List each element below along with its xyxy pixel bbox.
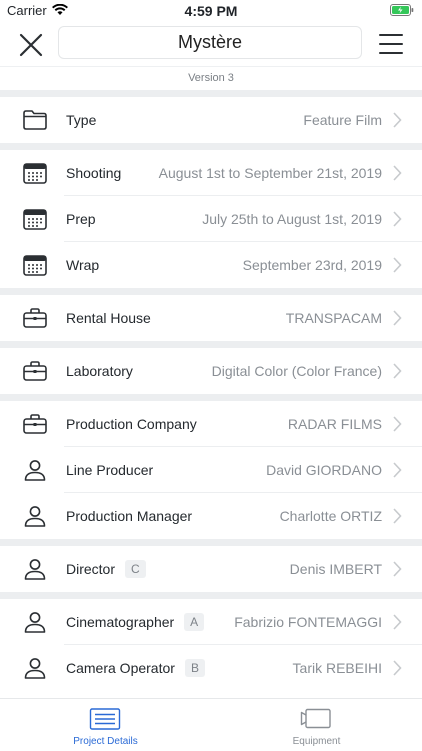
- section-separator: [0, 143, 422, 150]
- row-value: September 23rd, 2019: [242, 257, 382, 273]
- status-bar: Carrier 4:59 PM: [0, 0, 422, 22]
- folder-icon: [23, 110, 47, 130]
- project-title[interactable]: Mystère: [58, 26, 362, 59]
- row-label-group: Director C: [66, 560, 146, 578]
- row-label: Director: [66, 561, 116, 577]
- row-value: Tarik REBEIHI: [292, 660, 382, 676]
- row-label: Cinematographer: [66, 614, 175, 630]
- chevron-right-icon: [393, 112, 402, 128]
- row-label: Rental House: [66, 310, 151, 326]
- row-laboratory[interactable]: Laboratory Digital Color (Color France): [0, 348, 422, 394]
- briefcase-icon: [23, 308, 47, 328]
- tab-label: Equipment: [292, 736, 341, 747]
- row-line-producer[interactable]: Line Producer David GIORDANO: [0, 447, 422, 493]
- row-production-manager[interactable]: Production Manager Charlotte ORTIZ: [0, 493, 422, 539]
- chevron-right-icon: [393, 660, 402, 676]
- chevron-right-icon: [393, 416, 402, 432]
- row-label: Laboratory: [66, 363, 133, 379]
- briefcase-icon: [23, 361, 47, 381]
- tab-label: Project Details: [73, 736, 138, 747]
- row-label: Production Manager: [66, 508, 193, 524]
- version-label: Version 3: [0, 66, 422, 88]
- tab-project-details[interactable]: Project Details: [0, 699, 211, 751]
- calendar-icon: [23, 255, 47, 276]
- chevron-right-icon: [393, 561, 402, 577]
- row-label: Line Producer: [66, 462, 154, 478]
- row-label: Shooting: [66, 165, 122, 181]
- person-icon: [24, 460, 46, 481]
- row-rental-house[interactable]: Rental House TRANSPACAM: [0, 295, 422, 341]
- row-value: August 1st to September 21st, 2019: [158, 165, 382, 181]
- row-type[interactable]: Type Feature Film: [0, 97, 422, 143]
- chevron-right-icon: [393, 462, 402, 478]
- row-camera-operator[interactable]: Camera Operator B Tarik REBEIHI: [0, 645, 422, 691]
- section-separator: [0, 394, 422, 401]
- chevron-right-icon: [393, 363, 402, 379]
- equipment-icon: [300, 708, 331, 729]
- row-value: Feature Film: [303, 112, 382, 128]
- row-value: Charlotte ORTIZ: [279, 508, 382, 524]
- unit-badge: C: [125, 560, 146, 578]
- tab-equipment[interactable]: Equipment: [211, 699, 422, 751]
- section-separator: [0, 288, 422, 295]
- row-value: Denis IMBERT: [289, 561, 382, 577]
- row-wrap[interactable]: Wrap September 23rd, 2019: [0, 242, 422, 288]
- calendar-icon: [23, 163, 47, 184]
- chevron-right-icon: [393, 211, 402, 227]
- section-separator: [0, 592, 422, 599]
- row-value: Fabrizio FONTEMAGGI: [234, 614, 382, 630]
- row-director[interactable]: Director C Denis IMBERT: [0, 546, 422, 592]
- row-label: Wrap: [66, 257, 100, 273]
- person-icon: [24, 612, 46, 633]
- row-value: July 25th to August 1st, 2019: [202, 211, 382, 227]
- chevron-right-icon: [393, 165, 402, 181]
- row-production-company[interactable]: Production Company RADAR FILMS: [0, 401, 422, 447]
- row-label: Type: [66, 112, 97, 128]
- row-label: Camera Operator: [66, 660, 175, 676]
- unit-badge: B: [184, 659, 205, 677]
- row-label: Production Company: [66, 416, 197, 432]
- row-label-group: Cinematographer A: [66, 613, 205, 631]
- section-separator: [0, 90, 422, 97]
- section-separator: [0, 341, 422, 348]
- hamburger-menu-icon[interactable]: [378, 31, 404, 57]
- row-value: RADAR FILMS: [287, 416, 382, 432]
- row-prep[interactable]: Prep July 25th to August 1st, 2019: [0, 196, 422, 242]
- chevron-right-icon: [393, 614, 402, 630]
- tab-bar: Project Details Equipment: [0, 698, 422, 751]
- nav-bar: Mystère: [0, 22, 422, 66]
- chevron-right-icon: [393, 257, 402, 273]
- row-label-group: Camera Operator B: [66, 659, 205, 677]
- unit-badge: A: [184, 613, 205, 631]
- section-separator: [0, 539, 422, 546]
- close-icon[interactable]: [18, 32, 44, 58]
- row-cinematographer[interactable]: Cinematographer A Fabrizio FONTEMAGGI: [0, 599, 422, 645]
- person-icon: [24, 559, 46, 580]
- row-shooting[interactable]: Shooting August 1st to September 21st, 2…: [0, 150, 422, 196]
- row-value: David GIORDANO: [266, 462, 382, 478]
- chevron-right-icon: [393, 310, 402, 326]
- person-icon: [24, 658, 46, 679]
- project-details-list: Type Feature Film Shooting August 1st to…: [0, 90, 422, 691]
- briefcase-icon: [23, 414, 47, 434]
- chevron-right-icon: [393, 508, 402, 524]
- row-value: TRANSPACAM: [285, 310, 382, 326]
- battery-icon: [390, 4, 414, 16]
- details-icon: [89, 708, 121, 730]
- calendar-icon: [23, 209, 47, 230]
- row-value: Digital Color (Color France): [211, 363, 382, 379]
- person-icon: [24, 506, 46, 527]
- row-label: Prep: [66, 211, 96, 227]
- status-time: 4:59 PM: [184, 3, 238, 19]
